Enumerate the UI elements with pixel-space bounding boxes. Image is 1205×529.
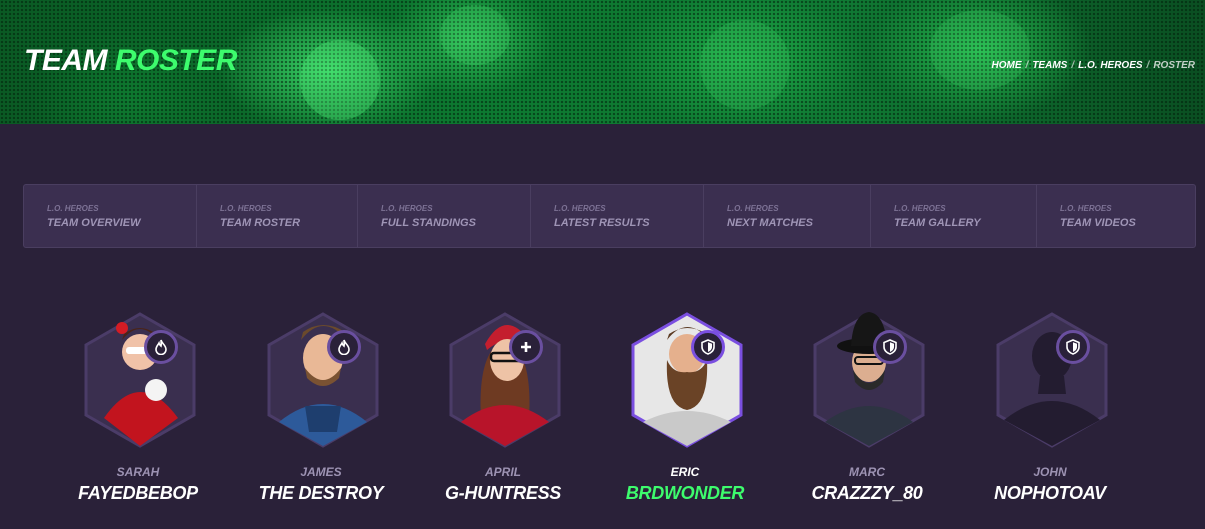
player-avatar[interactable] (82, 310, 198, 450)
role-badge (873, 330, 907, 364)
player-card[interactable]: SARAH FAYEDBEBOP (48, 310, 228, 510)
subnav-next-matches[interactable]: L.O. HEROES NEXT MATCHES (704, 185, 871, 247)
role-badge (144, 330, 178, 364)
subnav-kicker: L.O. HEROES (1060, 204, 1112, 213)
hero-artwork (440, 5, 510, 65)
player-nickname[interactable]: BRDWONDER (595, 483, 775, 504)
subnav-latest-results[interactable]: L.O. HEROES LATEST RESULTS (531, 185, 704, 247)
flame-icon (155, 339, 167, 355)
subnav-kicker: L.O. HEROES (894, 204, 946, 213)
breadcrumb-separator: / (1146, 60, 1150, 71)
subnav-team-videos[interactable]: L.O. HEROES TEAM VIDEOS (1037, 185, 1195, 247)
player-nickname[interactable]: THE DESTROY (231, 483, 411, 504)
shield-icon (701, 339, 715, 355)
subnav-label: FULL STANDINGS (381, 217, 476, 229)
player-nickname[interactable]: NOPHOTOAV (960, 483, 1140, 504)
page-title-accent: ROSTER (114, 44, 238, 77)
player-card[interactable]: JOHN NOPHOTOAV (960, 310, 1140, 510)
breadcrumb-home[interactable]: HOME (992, 60, 1022, 71)
breadcrumb-separator: / (1025, 60, 1029, 71)
subnav-kicker: L.O. HEROES (47, 204, 99, 213)
subnav-team-gallery[interactable]: L.O. HEROES TEAM GALLERY (871, 185, 1037, 247)
shield-icon (883, 339, 897, 355)
player-nickname[interactable]: FAYEDBEBOP (48, 483, 228, 504)
plus-icon (521, 342, 531, 352)
hero-artwork (300, 40, 380, 120)
player-first-name: JAMES (300, 465, 342, 479)
subnav-label: TEAM OVERVIEW (47, 217, 141, 229)
hero-banner: TEAM ROSTER HOME / TEAMS / L.O. HEROES / ROSTE… (0, 0, 1205, 124)
player-avatar[interactable] (994, 310, 1110, 450)
breadcrumb-separator: / (1071, 60, 1075, 71)
player-avatar[interactable] (265, 310, 381, 450)
player-card[interactable]: JAMES THE DESTROY (231, 310, 411, 510)
hero-artwork (930, 10, 1030, 90)
subnav-kicker: L.O. HEROES (727, 204, 779, 213)
player-first-name: MARC (849, 465, 885, 479)
subnav-kicker: L.O. HEROES (554, 204, 606, 213)
player-first-name: SARAH (116, 465, 160, 479)
subnav-label: LATEST RESULTS (554, 217, 650, 229)
player-first-name: ERIC (670, 465, 700, 479)
subnav-team-overview[interactable]: L.O. HEROES TEAM OVERVIEW (24, 185, 197, 247)
role-badge (327, 330, 361, 364)
player-first-name: APRIL (485, 465, 521, 479)
subnav-label: TEAM VIDEOS (1060, 217, 1136, 229)
page-title-main: TEAM (24, 44, 108, 77)
hero-artwork (700, 20, 790, 110)
breadcrumb-team[interactable]: L.O. HEROES (1078, 60, 1142, 71)
subnav-kicker: L.O. HEROES (220, 204, 272, 213)
player-card[interactable]: MARC CRAZZZY_80 (777, 310, 957, 510)
player-first-name: JOHN (1033, 465, 1067, 479)
flame-icon (338, 339, 350, 355)
role-badge (509, 330, 543, 364)
player-avatar[interactable] (447, 310, 563, 450)
player-avatar[interactable] (811, 310, 927, 450)
subnav-label: TEAM ROSTER (220, 217, 301, 229)
breadcrumb: HOME / TEAMS / L.O. HEROES / ROSTER (992, 60, 1195, 71)
shield-icon (1066, 339, 1080, 355)
subnav-team-roster[interactable]: L.O. HEROES TEAM ROSTER (197, 185, 358, 247)
player-nickname[interactable]: G-HUNTRESS (413, 483, 593, 504)
player-nickname[interactable]: CRAZZZY_80 (777, 483, 957, 504)
breadcrumb-teams[interactable]: TEAMS (1032, 60, 1067, 71)
player-card[interactable]: APRIL G-HUNTRESS (413, 310, 593, 510)
subnav-kicker: L.O. HEROES (381, 204, 433, 213)
team-subnav: L.O. HEROES TEAM OVERVIEW L.O. HEROES TE… (23, 184, 1196, 248)
subnav-label: NEXT MATCHES (727, 217, 813, 229)
subnav-label: TEAM GALLERY (894, 217, 981, 229)
player-card[interactable]: ERIC BRDWONDER (595, 310, 775, 510)
player-avatar[interactable] (629, 310, 745, 450)
breadcrumb-current: ROSTER (1153, 60, 1195, 71)
role-badge (691, 330, 725, 364)
role-badge (1056, 330, 1090, 364)
subnav-full-standings[interactable]: L.O. HEROES FULL STANDINGS (358, 185, 531, 247)
page-title: TEAM ROSTER (24, 44, 237, 78)
